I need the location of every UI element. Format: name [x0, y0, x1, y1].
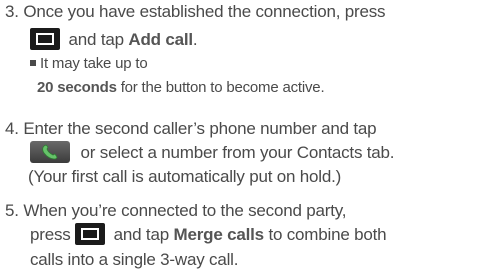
step-number: 5.: [5, 201, 19, 220]
step-3-line-2: and tap Add call.: [30, 27, 198, 52]
step-4-line-3: (Your first call is automatically put on…: [28, 166, 341, 188]
step-4-line-1: 4. Enter the second caller’s phone numbe…: [5, 118, 377, 140]
note-text: for the button to become active.: [120, 79, 325, 96]
step-text: (Your first call is automatically put on…: [28, 167, 342, 186]
step-3-line-1: 3. Once you have established the connect…: [5, 1, 386, 23]
step-text: .: [192, 30, 198, 49]
add-call-label: Add call: [128, 30, 193, 49]
note-line-2: 20 seconds for the button to become acti…: [37, 77, 325, 99]
step-5-line-3: calls into a single 3-way call.: [30, 249, 238, 271]
step-text: to combine both: [268, 225, 387, 244]
note-bold: 20 seconds: [37, 79, 117, 96]
step-5-line-2: press and tap Merge calls to combine bot…: [30, 222, 387, 247]
step-text: press: [30, 225, 71, 244]
step-text: Enter the second caller’s phone number a…: [23, 119, 377, 138]
step-text: or select a number from your Contacts ta…: [80, 143, 395, 162]
call-icon: [30, 140, 70, 163]
note-line-1: It may take up to: [30, 53, 148, 75]
menu-icon: [75, 222, 106, 245]
step-number: 4.: [5, 119, 19, 138]
menu-icon: [30, 27, 60, 50]
merge-calls-label: Merge calls: [173, 225, 265, 244]
step-text: and tap: [113, 225, 170, 244]
step-5-line-1: 5. When you’re connected to the second p…: [5, 200, 346, 222]
step-text: Once you have established the connection…: [23, 2, 386, 21]
step-text: calls into a single 3-way call.: [30, 250, 239, 269]
instruction-page: 3. Once you have established the connect…: [0, 0, 482, 276]
bullet: [30, 60, 36, 67]
step-text: and tap: [68, 30, 125, 49]
note-text: It may take up to: [40, 55, 148, 72]
step-text: When you’re connected to the second part…: [23, 201, 347, 220]
step-number: 3.: [5, 2, 19, 21]
step-4-line-2: or select a number from your Contacts ta…: [30, 140, 395, 165]
